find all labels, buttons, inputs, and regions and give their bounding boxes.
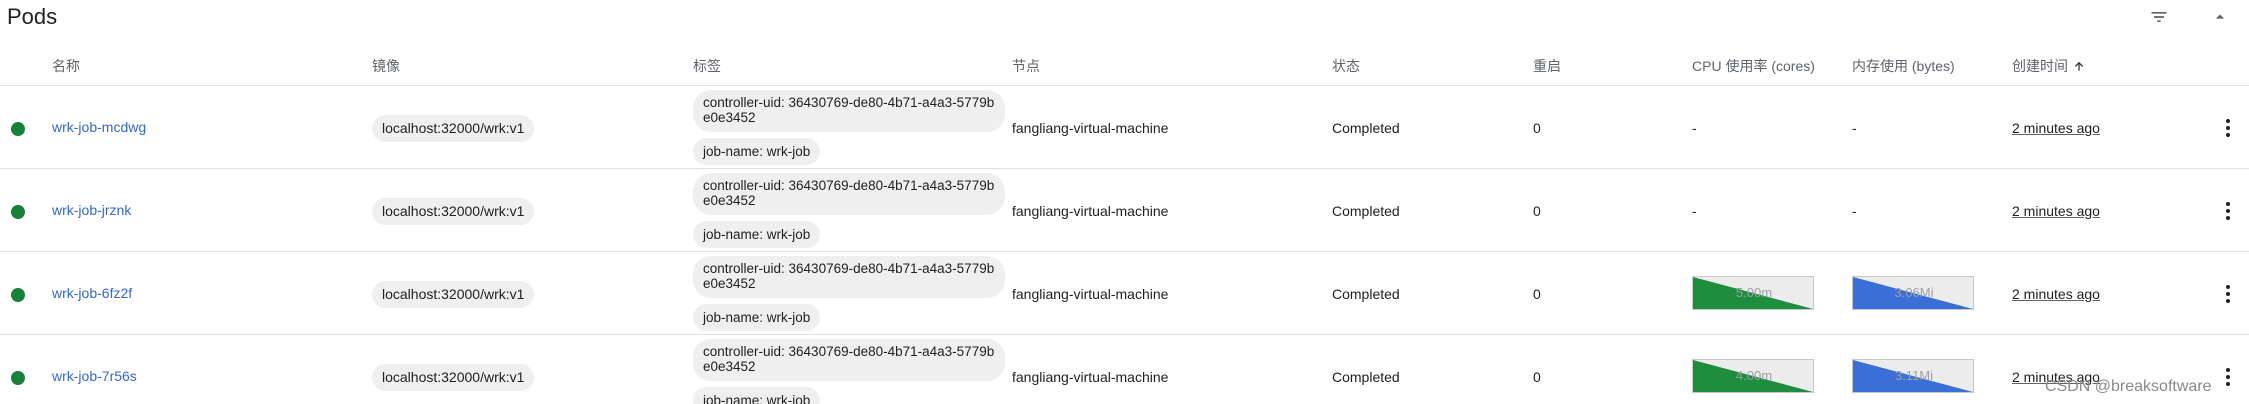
cpu-sparkline[interactable]: 5.00m — [1692, 276, 1814, 310]
label-chip-controller-uid: controller-uid: 36430769-de80-4b71-a4a3-… — [693, 173, 1005, 215]
status-ok-icon — [11, 288, 25, 302]
created-time[interactable]: 2 minutes ago — [2012, 120, 2100, 136]
pod-name-link[interactable]: wrk-job-jrznk — [52, 202, 131, 218]
card-title: Pods — [7, 4, 58, 29]
column-header-image[interactable]: 镜像 — [372, 56, 400, 76]
memory-usage: - — [1852, 203, 1857, 219]
label-chip-controller-uid: controller-uid: 36430769-de80-4b71-a4a3-… — [693, 90, 1005, 132]
node-name: fangliang-virtual-machine — [1012, 120, 1169, 136]
column-header-created: 创建时间 — [2012, 58, 2068, 74]
table-row[interactable]: wrk-job-mcdwg localhost:32000/wrk:v1 con… — [0, 86, 2249, 169]
watermark: CSDN @breaksoftware — [2045, 378, 2212, 395]
restart-count: 0 — [1533, 203, 1541, 219]
memory-usage: 3.06Mi — [1894, 285, 1934, 300]
label-chip-controller-uid: controller-uid: 36430769-de80-4b71-a4a3-… — [693, 339, 1005, 381]
memory-sparkline[interactable]: 3.11Mi — [1852, 359, 1974, 393]
column-header-cpu[interactable]: CPU 使用率 (cores) — [1692, 56, 1815, 76]
arrow-up-icon — [2074, 61, 2084, 71]
label-chip-job-name: job-name: wrk-job — [693, 304, 821, 331]
label-chip-controller-uid: controller-uid: 36430769-de80-4b71-a4a3-… — [693, 256, 1005, 298]
filter-icon — [2151, 12, 2167, 22]
node-name: fangliang-virtual-machine — [1012, 369, 1169, 385]
cpu-usage: 5.00m — [1735, 285, 1773, 300]
restart-count: 0 — [1533, 120, 1541, 136]
row-menu-button[interactable] — [2216, 112, 2240, 144]
pod-name-link[interactable]: wrk-job-6fz2f — [52, 285, 132, 301]
cpu-usage: - — [1692, 120, 1697, 136]
memory-usage: - — [1852, 120, 1857, 136]
column-header-node[interactable]: 节点 — [1012, 56, 1040, 76]
label-chip-job-name: job-name: wrk-job — [693, 221, 821, 248]
column-header-status[interactable]: 状态 — [1332, 56, 1360, 76]
column-header-memory[interactable]: 内存使用 (bytes) — [1852, 56, 1955, 76]
image-chip: localhost:32000/wrk:v1 — [372, 364, 535, 391]
more-vert-icon — [2226, 285, 2230, 303]
column-header-labels: 标签 — [693, 58, 721, 74]
row-menu-button[interactable] — [2216, 361, 2240, 393]
node-name: fangliang-virtual-machine — [1012, 286, 1169, 302]
collapse-button[interactable] — [2206, 3, 2234, 31]
more-vert-icon — [2226, 368, 2230, 386]
cpu-sparkline[interactable]: 4.00m — [1692, 359, 1814, 393]
column-header-name[interactable]: 名称 — [52, 56, 80, 76]
image-chip: localhost:32000/wrk:v1 — [372, 115, 535, 142]
filter-button[interactable] — [2145, 3, 2173, 31]
status-ok-icon — [11, 371, 25, 385]
cpu-usage: - — [1692, 203, 1697, 219]
restart-count: 0 — [1533, 286, 1541, 302]
pod-status: Completed — [1332, 120, 1400, 136]
status-ok-icon — [11, 205, 25, 219]
memory-usage: 3.11Mi — [1894, 368, 1934, 383]
table-row[interactable]: wrk-job-jrznk localhost:32000/wrk:v1 con… — [0, 169, 2249, 252]
label-chip-job-name: job-name: wrk-job — [693, 138, 821, 165]
pod-status: Completed — [1332, 203, 1400, 219]
status-ok-icon — [11, 122, 25, 136]
label-chip-job-name: job-name: wrk-job — [693, 387, 821, 404]
card-header: Pods — [0, 0, 2249, 38]
more-vert-icon — [2226, 119, 2230, 137]
row-menu-button[interactable] — [2216, 278, 2240, 310]
row-menu-button[interactable] — [2216, 195, 2240, 227]
created-time[interactable]: 2 minutes ago — [2012, 203, 2100, 219]
column-header-created-wrap[interactable]: 创建时间 — [2012, 56, 2086, 76]
pod-status: Completed — [1332, 286, 1400, 302]
pod-name-link[interactable]: wrk-job-7r56s — [52, 368, 137, 384]
chevron-up-icon — [2215, 14, 2225, 19]
memory-sparkline[interactable]: 3.06Mi — [1852, 276, 1974, 310]
image-chip: localhost:32000/wrk:v1 — [372, 281, 535, 308]
pod-status: Completed — [1332, 369, 1400, 385]
table-row[interactable]: wrk-job-6fz2f localhost:32000/wrk:v1 con… — [0, 252, 2249, 335]
pods-card: Pods 名称 镜像 标签 节点 状态 重启 CPU 使用率 (cores) 内… — [0, 0, 2249, 404]
cpu-usage: 4.00m — [1735, 368, 1773, 383]
column-header-row: 名称 镜像 标签 节点 状态 重启 CPU 使用率 (cores) 内存使用 (… — [0, 44, 2249, 86]
created-time[interactable]: 2 minutes ago — [2012, 286, 2100, 302]
table-row[interactable]: wrk-job-7r56s localhost:32000/wrk:v1 con… — [0, 335, 2249, 404]
pod-name-link[interactable]: wrk-job-mcdwg — [52, 119, 146, 135]
column-header-restarts[interactable]: 重启 — [1533, 56, 1561, 76]
restart-count: 0 — [1533, 369, 1541, 385]
image-chip: localhost:32000/wrk:v1 — [372, 198, 535, 225]
node-name: fangliang-virtual-machine — [1012, 203, 1169, 219]
more-vert-icon — [2226, 202, 2230, 220]
